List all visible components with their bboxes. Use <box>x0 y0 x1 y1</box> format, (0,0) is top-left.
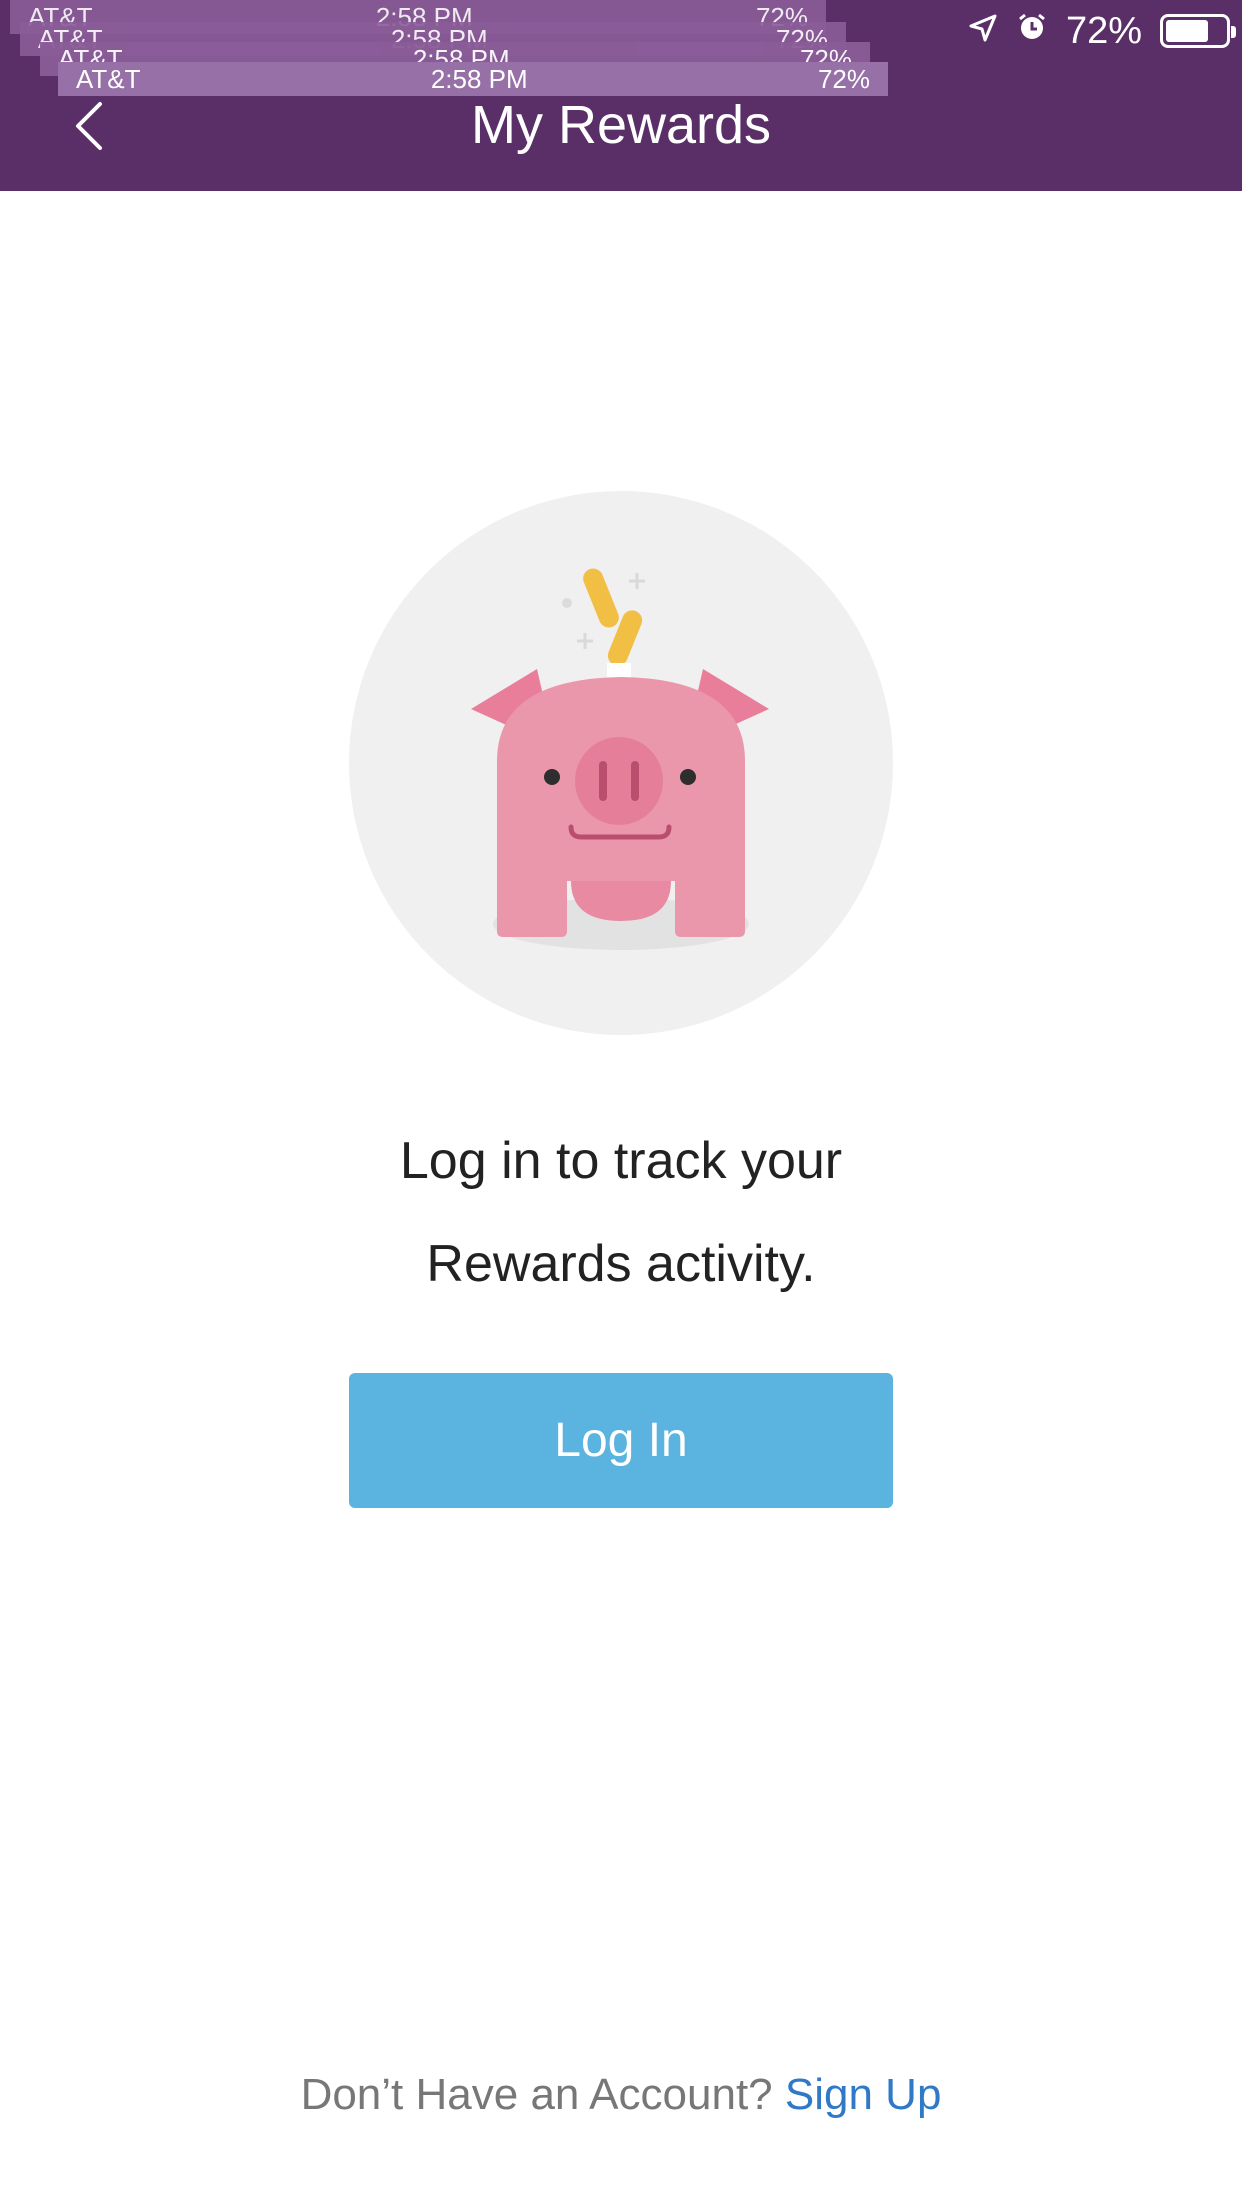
battery-icon <box>1160 14 1236 48</box>
signup-prompt: Don’t Have an Account? Sign Up <box>0 2070 1242 2120</box>
page-title: My Rewards <box>470 95 772 155</box>
message-line-1: Log in to track your <box>399 1132 843 1190</box>
battery-label: 72% <box>817 63 870 94</box>
header-bar: AT&T 2:58 PM 72% AT&T 2:58 PM 72% AT&T 2… <box>0 0 1242 191</box>
piggy-bank-icon <box>349 491 893 1035</box>
carrier-label: AT&T <box>76 63 141 94</box>
time-label: 2:58 PM <box>430 63 528 94</box>
signup-link[interactable]: Sign Up <box>785 2070 942 2119</box>
login-button[interactable]: Log In <box>349 1373 893 1508</box>
login-prompt-message: Log in to track your Rewards activity. <box>200 1110 1042 1316</box>
alarm-icon <box>1016 10 1048 53</box>
status-strip: AT&T 2:58 PM 72% <box>58 62 888 96</box>
status-bar-right: 72% <box>968 8 1236 54</box>
message-line-2: Rewards activity. <box>426 1235 816 1293</box>
battery-percent: 72% <box>1065 9 1142 52</box>
location-icon <box>968 10 998 53</box>
signup-question: Don’t Have an Account? <box>300 2070 773 2119</box>
